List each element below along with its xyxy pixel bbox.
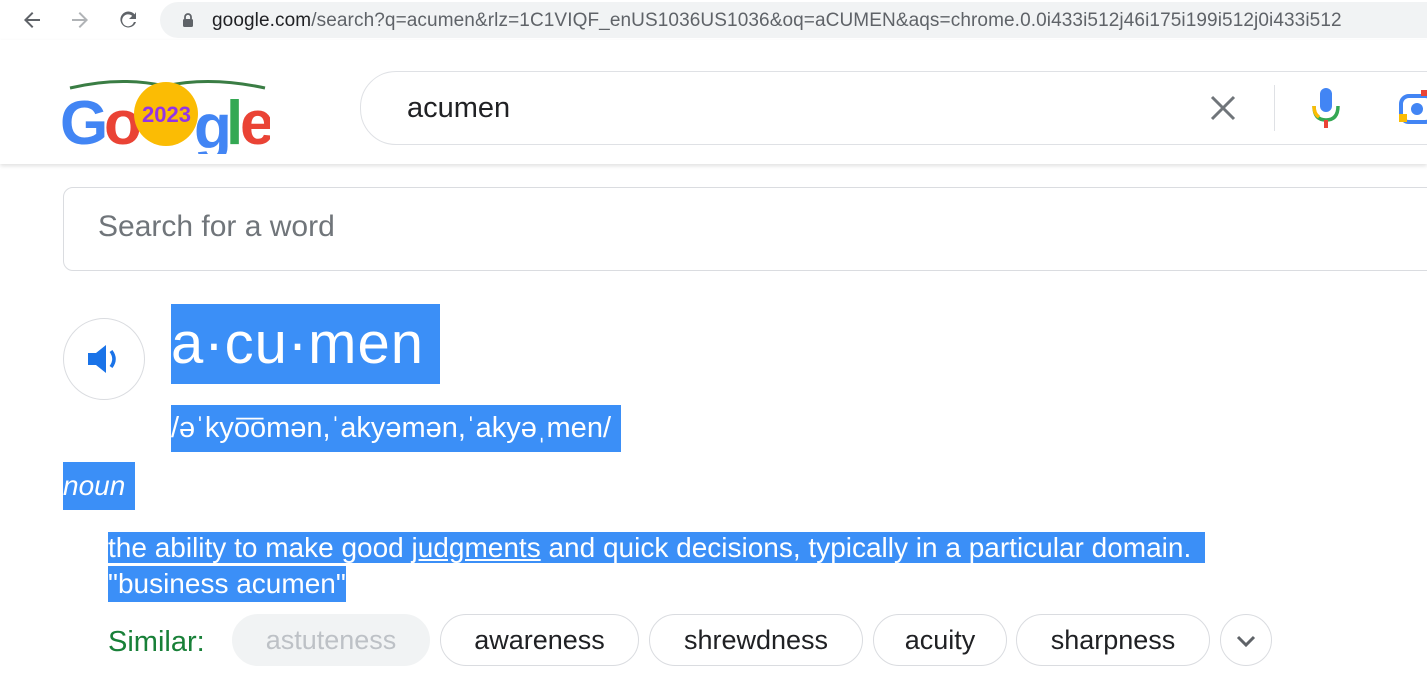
- url-path: /search?q=acumen&rlz=1C1VIQF_enUS1036US1…: [311, 10, 1342, 31]
- example-sentence: "business acumen": [108, 566, 346, 602]
- chevron-down-icon: [1236, 635, 1256, 648]
- svg-text:2023: 2023: [142, 102, 191, 127]
- speaker-icon: [88, 345, 116, 373]
- svg-text:G: G: [60, 89, 108, 154]
- back-arrow-icon[interactable]: [18, 6, 46, 34]
- definition: the ability to make good judgments and q…: [108, 530, 1348, 602]
- forward-arrow-icon[interactable]: [66, 6, 94, 34]
- expand-similar-button[interactable]: [1220, 614, 1272, 666]
- similar-chip-acuity[interactable]: acuity: [873, 614, 1007, 666]
- google-header: G o 2023 g l e: [0, 40, 1427, 164]
- google-doodle-logo[interactable]: G o 2023 g l e: [60, 74, 270, 154]
- definition-after: and quick decisions, typically in a part…: [540, 532, 1192, 563]
- similar-chip-awareness[interactable]: awareness: [440, 614, 639, 666]
- similar-chip-astuteness[interactable]: astuteness: [232, 614, 430, 666]
- headword: a·cu·men: [171, 304, 440, 384]
- url-host: google.com: [212, 10, 312, 31]
- similar-chip-shrewdness[interactable]: shrewdness: [649, 614, 863, 666]
- search-input[interactable]: [407, 92, 1107, 125]
- microphone-icon[interactable]: [1311, 86, 1341, 130]
- definition-link-judgments[interactable]: judgments: [411, 532, 541, 563]
- phonetic-spelling: /əˈkyo͞omən,ˈakyəmən,ˈakyəˌmen/: [171, 405, 621, 452]
- similar-label: Similar:: [108, 626, 205, 658]
- part-of-speech: noun: [63, 462, 136, 510]
- word-search-box[interactable]: [63, 187, 1427, 271]
- url-text: google.com/search?q=acumen&rlz=1C1VIQF_e…: [212, 10, 1342, 32]
- definition-text: the ability to make good judgments and q…: [108, 532, 1206, 563]
- search-box[interactable]: [360, 71, 1427, 145]
- camera-lens-icon[interactable]: [1397, 88, 1427, 128]
- search-divider: [1274, 85, 1275, 131]
- clear-icon[interactable]: [1207, 92, 1239, 124]
- address-bar[interactable]: google.com/search?q=acumen&rlz=1C1VIQF_e…: [160, 2, 1427, 38]
- browser-toolbar: google.com/search?q=acumen&rlz=1C1VIQF_e…: [0, 0, 1427, 40]
- reload-icon[interactable]: [114, 6, 142, 34]
- similar-chip-sharpness[interactable]: sharpness: [1016, 614, 1210, 666]
- pronunciation-speaker-button[interactable]: [63, 318, 145, 400]
- definition-before: the ability to make good: [108, 532, 412, 563]
- svg-text:e: e: [240, 89, 270, 154]
- word-search-input[interactable]: [98, 210, 998, 244]
- lock-icon: [183, 13, 193, 27]
